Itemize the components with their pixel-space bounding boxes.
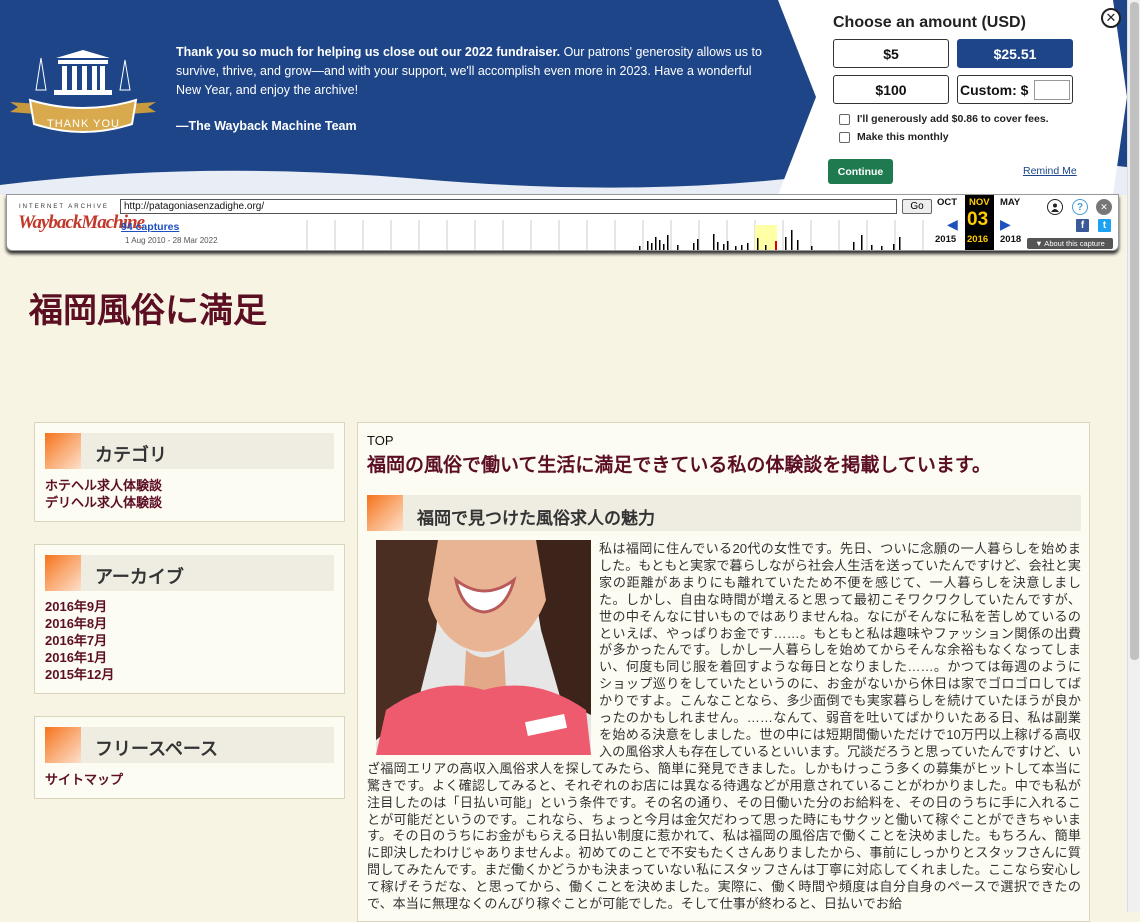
amount-5-button[interactable]: $5 <box>833 39 949 68</box>
monthly-checkbox[interactable]: Make this monthly <box>839 131 949 143</box>
sidebar-link[interactable]: 2016年9月 <box>45 598 114 615</box>
checkbox-icon[interactable] <box>839 131 850 143</box>
breadcrumb[interactable]: TOP <box>367 433 394 448</box>
sidebar-link[interactable]: 2016年8月 <box>45 615 114 632</box>
amount-100-button[interactable]: $100 <box>833 75 949 104</box>
sidebar-link[interactable]: デリヘル求人体験談 <box>45 494 162 511</box>
main-content: TOP 福岡の風俗で働いて生活に満足できている私の体験談を掲載しています。 福岡… <box>357 422 1090 922</box>
sidebar-link[interactable]: 2016年7月 <box>45 632 114 649</box>
sidebar-link[interactable]: 2015年12月 <box>45 666 114 683</box>
wayback-toolbar: INTERNET ARCHIVE WaybackMachine http://p… <box>6 194 1119 251</box>
facebook-icon[interactable]: f <box>1076 219 1089 232</box>
prev-year[interactable]: 2015 <box>935 234 956 245</box>
checkbox-icon[interactable] <box>839 113 850 125</box>
banner-message: Thank you so much for helping us close o… <box>176 43 776 100</box>
sidebar-archive: アーカイブ 2016年9月 2016年8月 2016年7月 2016年1月 20… <box>34 544 345 694</box>
go-button[interactable]: Go <box>902 199 932 214</box>
next-month[interactable]: MAY <box>1000 197 1020 208</box>
sidebar-heading: カテゴリ <box>45 433 334 469</box>
custom-amount-input[interactable] <box>1034 79 1071 100</box>
donation-banner: THANK YOU Thank you so much for helping … <box>0 0 1127 195</box>
capture-sparkline[interactable] <box>305 217 935 250</box>
sidebar-heading: フリースペース <box>45 727 334 763</box>
sidebar-link[interactable]: ホテヘル求人体験談 <box>45 477 162 494</box>
remind-me-link[interactable]: Remind Me <box>1023 165 1077 177</box>
twitter-icon[interactable]: t <box>1098 219 1111 232</box>
help-icon[interactable]: ? <box>1072 199 1088 215</box>
prev-month[interactable]: OCT <box>937 197 957 208</box>
current-year: 2016 <box>967 234 989 245</box>
banner-message-bold: Thank you so much for helping us close o… <box>176 45 561 59</box>
section-heading-text: 福岡で見つけた風俗求人の魅力 <box>417 509 655 528</box>
current-day: 03 <box>967 209 989 230</box>
cover-fees-label: I'll generously add $0.86 to cover fees. <box>857 113 1049 125</box>
page-scrollbar[interactable] <box>1127 0 1140 912</box>
orange-square-icon <box>45 433 81 469</box>
orange-square-icon <box>367 495 403 531</box>
continue-button[interactable]: Continue <box>828 159 893 184</box>
about-capture-button[interactable]: ▼ About this capture <box>1027 238 1113 249</box>
custom-label: Custom: $ <box>960 81 1029 98</box>
woman-smiling-photo <box>376 540 591 755</box>
sidebar-categories: カテゴリ ホテヘル求人体験談 デリヘル求人体験談 <box>34 422 345 522</box>
section-heading: 福岡で見つけた風俗求人の魅力 <box>367 495 1081 531</box>
user-account-icon[interactable] <box>1047 199 1063 215</box>
sidebar-heading-text: フリースペース <box>95 739 218 759</box>
scrollbar-thumb[interactable] <box>1130 2 1139 660</box>
archive-links: 2016年9月 2016年8月 2016年7月 2016年1月 2015年12月 <box>45 598 114 683</box>
amount-custom-button[interactable]: Custom: $ <box>957 75 1073 104</box>
sidebar-free-space: フリースペース サイトマップ <box>34 716 345 799</box>
next-year[interactable]: 2018 <box>1000 234 1021 245</box>
url-input[interactable]: http://patagoniasenzadighe.org/ <box>120 199 897 214</box>
captures-link[interactable]: 94 captures <box>121 221 179 233</box>
site-title[interactable]: 福岡風俗に満足 <box>29 283 267 332</box>
close-toolbar-icon[interactable]: ✕ <box>1096 199 1112 215</box>
cover-fees-checkbox[interactable]: I'll generously add $0.86 to cover fees. <box>839 113 1049 125</box>
orange-square-icon <box>45 555 81 591</box>
logo-ribbon-text: THANK YOU <box>47 118 120 130</box>
current-date-column: NOV 03 2016 <box>965 195 994 250</box>
prev-capture-arrow-icon[interactable]: ◀ <box>947 216 958 233</box>
close-banner-icon[interactable]: ✕ <box>1101 8 1121 28</box>
orange-square-icon <box>45 727 81 763</box>
category-links: ホテヘル求人体験談 デリヘル求人体験談 <box>45 477 162 511</box>
sidebar-link[interactable]: サイトマップ <box>45 771 123 788</box>
sidebar-heading-text: アーカイブ <box>95 567 184 587</box>
amount-25-button[interactable]: $25.51 <box>957 39 1073 68</box>
sidebar-heading-text: カテゴリ <box>95 445 167 465</box>
capture-range: 1 Aug 2010 - 28 Mar 2022 <box>125 236 218 245</box>
free-space-links: サイトマップ <box>45 771 123 788</box>
sidebar-heading: アーカイブ <box>45 555 334 591</box>
banner-signature: —The Wayback Machine Team <box>176 119 357 133</box>
panel-title: Choose an amount (USD) <box>833 14 1026 31</box>
lead-heading: 福岡の風俗で働いて生活に満足できている私の体験談を掲載しています。 <box>367 455 991 476</box>
current-month: NOV <box>969 197 990 208</box>
sidebar-link[interactable]: 2016年1月 <box>45 649 114 666</box>
monthly-label: Make this monthly <box>857 131 949 143</box>
internet-archive-label: INTERNET ARCHIVE <box>19 204 109 210</box>
next-capture-arrow-icon[interactable]: ▶ <box>1000 216 1011 233</box>
